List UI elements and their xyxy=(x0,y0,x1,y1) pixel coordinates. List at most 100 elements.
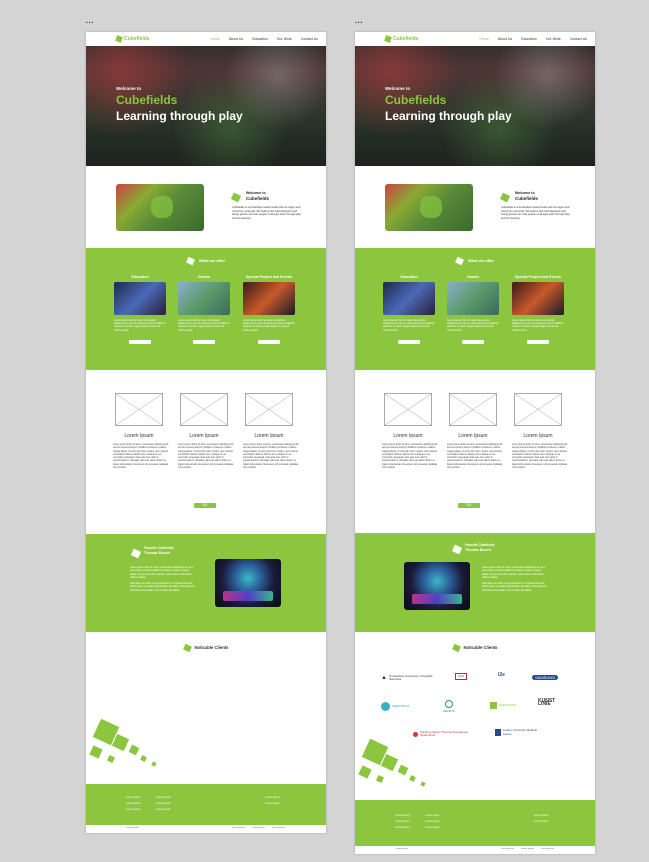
intro-image xyxy=(385,184,473,231)
footer-bottom-bar: Lorem Ipsum Lorem Ipsum Lorem Ipsum Lore… xyxy=(355,846,595,854)
footer-link[interactable]: Lorem Ipsum xyxy=(126,796,141,799)
read-more-button[interactable] xyxy=(129,340,151,344)
read-more-button[interactable] xyxy=(193,340,215,344)
hero-banner: Welcome to Cubefields Learning through p… xyxy=(355,46,595,166)
nav-item-contact[interactable]: Contact Us xyxy=(301,37,318,41)
footer-link[interactable]: Lorem Ipsum xyxy=(425,814,440,817)
lorem-text: Lorem ipsum dolor sit amet, consectetur … xyxy=(512,444,568,470)
read-more-button[interactable] xyxy=(258,340,280,344)
nav-item-home[interactable]: Home xyxy=(479,37,488,41)
footer-link[interactable]: Lorem Ipsum xyxy=(425,826,440,829)
intro-text: Cubefields is a Amsterdam based studio w… xyxy=(501,206,570,220)
nav-item-about[interactable]: About Us xyxy=(498,37,512,41)
image-placeholder xyxy=(449,393,497,426)
offer-section: What we offer Education Lorem ipsum dolo… xyxy=(86,248,326,370)
intro-text: Cubefields is a Amsterdam based studio w… xyxy=(232,206,301,220)
nav-item-education[interactable]: Education xyxy=(521,37,537,41)
lorem-title: Lorem Ipsum xyxy=(393,433,423,439)
cube-decoration xyxy=(355,732,455,802)
footer-link[interactable]: Lorem Ipsum xyxy=(265,802,280,805)
logo[interactable]: Cubefields xyxy=(115,35,150,43)
artboard-label: ▪▪▪ xyxy=(355,20,364,26)
read-more-button[interactable] xyxy=(527,340,549,344)
favorite-title: Favorite Cubefields Thomas Bosch xyxy=(465,543,495,552)
footer-link[interactable]: Lorem Ipsum xyxy=(395,814,410,817)
cube-icon xyxy=(130,548,142,559)
footer-link[interactable]: Lorem Ipsum xyxy=(126,802,141,805)
nav-item-home[interactable]: Home xyxy=(210,37,219,41)
lorem-text: Lorem ipsum dolor sit amet, consectetur … xyxy=(113,444,169,470)
offer-image xyxy=(512,282,564,315)
nav-item-education[interactable]: Education xyxy=(252,37,268,41)
nav-item-contact[interactable]: Contact Us xyxy=(570,37,587,41)
client-logo: KUNST LINIE xyxy=(538,698,556,708)
cube-icon xyxy=(451,643,461,653)
hero-brand: Cubefields xyxy=(385,93,447,107)
cube-icon xyxy=(182,643,192,653)
footer-link[interactable]: Lorem Ipsum xyxy=(156,802,171,805)
nav-item-about[interactable]: About Us xyxy=(229,37,243,41)
footer-link[interactable]: Lorem Ipsum xyxy=(534,814,549,817)
lorem-text: Lorem ipsum dolor sit amet, consectetur … xyxy=(447,444,503,470)
ok-button[interactable]: OK xyxy=(194,503,216,508)
cube-icon xyxy=(451,544,463,555)
client-logo: SAMSUNG xyxy=(532,675,559,681)
read-more-button[interactable] xyxy=(398,340,420,344)
favorite-image xyxy=(215,559,281,607)
offer-column: Education Lorem ipsum dolor sit amet, co… xyxy=(383,275,435,344)
ok-button[interactable]: OK xyxy=(458,503,480,508)
nav-item-work[interactable]: Our Work xyxy=(546,37,561,41)
offer-image xyxy=(114,282,166,315)
logo[interactable]: Cubefields xyxy=(384,35,419,43)
lorem-title: Lorem Ipsum xyxy=(254,433,284,439)
artboard-label: ▪▪▪ xyxy=(86,20,95,26)
lorem-text: Lorem ipsum dolor sit amet, consectetur … xyxy=(382,444,438,470)
footer-bottom-bar: Lorem Ipsum Lorem Ipsum Lorem Ipsum Lore… xyxy=(86,825,326,833)
artboard-desktop-v1: Cubefields Home About Us Education Our W… xyxy=(86,32,326,833)
favorite-image xyxy=(404,562,470,610)
favorite-text: Lorem ipsum dolor sit amet, consectetur … xyxy=(482,566,547,592)
intro-image xyxy=(116,184,204,231)
hero-banner: Welcome to Cubefields Learning through p… xyxy=(86,46,326,166)
image-placeholder xyxy=(384,393,432,426)
hero-welcome: Welcome to xyxy=(385,86,411,91)
offer-title: What we offer xyxy=(86,256,326,266)
offer-image xyxy=(383,282,435,315)
offer-section: What we offer Education Lorem ipsum dolo… xyxy=(355,248,595,370)
footer: Lorem Ipsum Lorem Ipsum Lorem Ipsum Lore… xyxy=(355,800,595,846)
cube-logo-icon xyxy=(384,35,392,43)
cube-icon xyxy=(454,256,464,266)
client-logo: i2e xyxy=(498,672,505,678)
client-logo: H2O xyxy=(455,673,468,681)
nav-bar: Cubefields Home About Us Education Our W… xyxy=(86,32,326,46)
intro-title: Welcome to Cubefields xyxy=(246,191,270,201)
hero-welcome: Welcome to xyxy=(116,86,142,91)
lorem-title: Lorem Ipsum xyxy=(189,433,219,439)
nav-item-work[interactable]: Our Work xyxy=(277,37,292,41)
offer-column: Games Lorem ipsum dolor sit amet, consec… xyxy=(178,275,230,344)
cube-icon xyxy=(185,256,195,266)
offer-title: What we offer xyxy=(355,256,595,266)
read-more-button[interactable] xyxy=(462,340,484,344)
client-logo: EFFIYRADIA xyxy=(490,702,517,709)
footer-link[interactable]: Lorem Ipsum xyxy=(395,820,410,823)
footer-link[interactable]: Lorem Ipsum xyxy=(425,820,440,823)
offer-column: Special Project and Events Lorem ipsum d… xyxy=(512,275,564,344)
client-logo: GENIUS xyxy=(443,700,455,713)
footer-link[interactable]: Lorem Ipsum xyxy=(126,808,141,811)
offer-column: Special Project and Events Lorem ipsum d… xyxy=(243,275,295,344)
image-placeholder xyxy=(514,393,562,426)
footer-link[interactable]: Lorem Ipsum xyxy=(156,808,171,811)
favorite-title: Favorite Cubefields Thomas Bosch xyxy=(144,546,174,555)
lorem-text: Lorem ipsum dolor sit amet, consectetur … xyxy=(178,444,234,470)
footer-link[interactable]: Lorem Ipsum xyxy=(534,820,549,823)
footer-link[interactable]: Lorem Ipsum xyxy=(395,826,410,829)
image-placeholder xyxy=(180,393,228,426)
footer-link[interactable]: Lorem Ipsum xyxy=(156,796,171,799)
cube-decoration xyxy=(86,712,186,782)
client-logo: ▲ Amsterdam University of Applied Science… xyxy=(381,674,433,682)
offer-image xyxy=(447,282,499,315)
footer-link[interactable]: Lorem Ipsum xyxy=(265,796,280,799)
clients-title: Noticable Clients xyxy=(355,643,595,653)
cube-icon xyxy=(230,192,242,203)
